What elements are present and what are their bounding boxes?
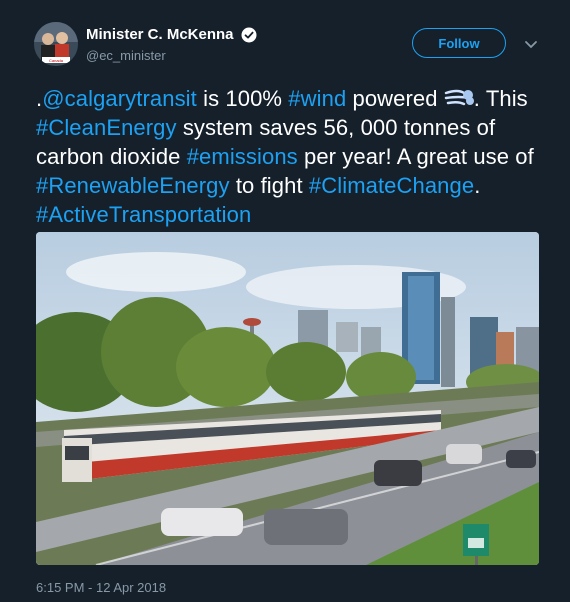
- mention-link[interactable]: @calgarytransit: [42, 86, 197, 111]
- avatar[interactable]: Canada: [34, 22, 78, 66]
- avatar-image: Canada: [34, 22, 78, 66]
- tweet-text-segment: to fight: [229, 173, 309, 198]
- tweet-text-segment: .: [474, 173, 481, 198]
- tweet-text: . @calgarytransit is 100% #wind powered .…: [36, 84, 541, 229]
- tweet-text-segment: is 100%: [196, 86, 289, 111]
- display-name[interactable]: Minister C. McKenna: [86, 26, 234, 43]
- follow-button[interactable]: Follow: [412, 28, 506, 58]
- verified-badge-icon: [241, 27, 257, 43]
- hashtag-link[interactable]: #ClimateChange: [309, 173, 474, 198]
- wind-face-icon: [444, 89, 474, 106]
- photo-calgary-train: [36, 232, 539, 565]
- hashtag-link[interactable]: #CleanEnergy: [36, 115, 177, 140]
- avatar-caption: Canada: [49, 58, 64, 63]
- tweet-text-segment: powered: [346, 86, 444, 111]
- hashtag-link[interactable]: #wind: [288, 86, 346, 111]
- tweet-card: Canada Minister C. McKenna @ec_minister …: [0, 0, 570, 602]
- hashtag-link[interactable]: #ActiveTransportation: [36, 202, 251, 227]
- chevron-down-icon[interactable]: [523, 36, 539, 52]
- tweet-header: Canada Minister C. McKenna @ec_minister …: [34, 22, 550, 70]
- tweet-timestamp[interactable]: 6:15 PM - 12 Apr 2018: [36, 580, 166, 595]
- tweet-photo[interactable]: [36, 232, 539, 565]
- author-names[interactable]: Minister C. McKenna @ec_minister: [86, 26, 257, 63]
- hashtag-link[interactable]: #emissions: [187, 144, 298, 169]
- tweet-text-segment: per year! A great use of: [297, 144, 534, 169]
- hashtag-link[interactable]: #RenewableEnergy: [36, 173, 230, 198]
- tweet-text-segment: . This: [473, 86, 528, 111]
- handle[interactable]: @ec_minister: [86, 48, 257, 63]
